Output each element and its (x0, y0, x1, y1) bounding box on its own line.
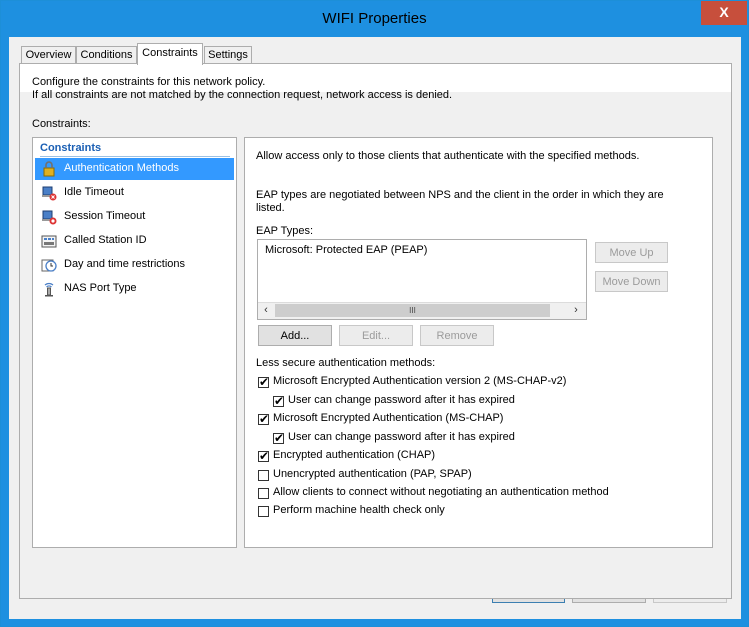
tab-constraints[interactable]: Constraints (137, 43, 203, 65)
less-secure-label: Less secure authentication methods: (256, 357, 436, 369)
check-icon: ✔ (259, 412, 270, 426)
eap-note-line-2: listed. (256, 202, 285, 214)
remove-button[interactable]: Remove (420, 325, 494, 346)
list-item-label: Idle Timeout (64, 186, 124, 198)
close-icon: X (719, 4, 729, 20)
check-icon: ✔ (274, 394, 285, 408)
eap-note-line-1: EAP types are negotiated between NPS and… (256, 189, 664, 201)
session-timeout-icon (42, 210, 57, 225)
list-item-day-and-time-restrictions[interactable]: Day and time restrictions (35, 254, 234, 276)
checkbox-label: Microsoft Encrypted Authentication versi… (273, 375, 567, 387)
list-item-idle-timeout[interactable]: Idle Timeout (35, 182, 234, 204)
clock-icon (41, 259, 57, 272)
tab-settings-label: Settings (208, 49, 248, 61)
edit-button[interactable]: Edit... (339, 325, 413, 346)
checkbox-label: Encrypted authentication (CHAP) (273, 449, 436, 461)
scroll-right-icon[interactable]: › (569, 304, 583, 317)
auth-description: Allow access only to those clients that … (256, 150, 640, 162)
header-divider (40, 156, 230, 157)
checkbox-label: Unencrypted authentication (PAP, SPAP) (273, 468, 472, 480)
checkbox-box[interactable] (258, 470, 269, 481)
title-bar[interactable]: WIFI Properties X (1, 1, 748, 35)
tab-conditions-label: Conditions (80, 49, 133, 61)
checkbox-box[interactable] (258, 488, 269, 499)
check-icon: ✔ (259, 375, 270, 389)
list-item-session-timeout[interactable]: Session Timeout (35, 206, 234, 228)
lock-icon (43, 161, 55, 177)
idle-timeout-icon (42, 186, 57, 201)
checkbox-box[interactable]: ✔ (258, 412, 270, 426)
checkbox-label: User can change password after it has ex… (288, 431, 515, 443)
close-button[interactable]: X (701, 1, 747, 25)
list-item-label: Day and time restrictions (64, 258, 186, 270)
list-item-nas-port-type[interactable]: NAS Port Type (35, 278, 234, 300)
add-button[interactable]: Add... (258, 325, 332, 346)
list-item-label: Authentication Methods (64, 162, 179, 174)
window-title: WIFI Properties (322, 10, 427, 27)
intro-line-1: Configure the constraints for this netwo… (32, 76, 266, 88)
intro-line-2: If all constraints are not matched by th… (32, 89, 453, 101)
eap-types-label: EAP Types: (256, 225, 314, 237)
list-item-called-station-id[interactable]: Called Station ID (35, 230, 234, 252)
nas-port-icon (44, 282, 54, 297)
move-down-button[interactable]: Move Down (595, 271, 668, 292)
eap-types-list[interactable]: Microsoft: Protected EAP (PEAP) ‹ III › (257, 239, 587, 320)
checkbox-label: Allow clients to connect without negotia… (273, 486, 609, 498)
tab-settings[interactable]: Settings (204, 46, 252, 64)
checkbox-label: Perform machine health check only (273, 504, 445, 516)
list-item-label: Session Timeout (64, 210, 146, 222)
eap-type-item[interactable]: Microsoft: Protected EAP (PEAP) (265, 244, 427, 256)
checkbox-box[interactable]: ✔ (258, 375, 270, 389)
check-icon: ✔ (274, 431, 285, 445)
scroll-thumb[interactable]: III (275, 304, 550, 317)
dialog-window: WIFI Properties X Overview Conditions Co… (0, 0, 749, 627)
constraints-tab-panel: Configure the constraints for this netwo… (19, 63, 732, 599)
list-item-label: NAS Port Type (64, 282, 137, 294)
scroll-left-icon[interactable]: ‹ (259, 304, 273, 317)
tab-constraints-label: Constraints (142, 47, 198, 59)
checkbox-box[interactable]: ✔ (273, 431, 285, 445)
tab-conditions[interactable]: Conditions (76, 46, 137, 64)
constraints-list[interactable]: Constraints Authentication Methods Idle … (32, 137, 237, 548)
check-icon: ✔ (259, 449, 270, 463)
checkbox-box[interactable]: ✔ (273, 394, 285, 408)
tab-overview-label: Overview (25, 49, 72, 61)
constraints-list-header: Constraints (40, 142, 102, 154)
list-item-authentication-methods[interactable]: Authentication Methods (35, 158, 234, 180)
authentication-methods-pane: Allow access only to those clients that … (244, 137, 713, 548)
list-item-label: Called Station ID (64, 234, 147, 246)
checkbox-box[interactable]: ✔ (258, 449, 270, 463)
checkbox-box[interactable] (258, 506, 269, 517)
eap-list-horizontal-scrollbar[interactable]: ‹ III › (258, 302, 586, 319)
tab-overview[interactable]: Overview (21, 46, 76, 64)
scroll-thumb-grip: III (409, 306, 416, 315)
constraints-label: Constraints: (32, 118, 91, 130)
station-id-icon (41, 235, 57, 248)
dialog-client-area: Overview Conditions Constraints Settings… (9, 37, 741, 619)
checkbox-label: Microsoft Encrypted Authentication (MS-C… (273, 412, 504, 424)
checkbox-label: User can change password after it has ex… (288, 394, 515, 406)
move-up-button[interactable]: Move Up (595, 242, 668, 263)
